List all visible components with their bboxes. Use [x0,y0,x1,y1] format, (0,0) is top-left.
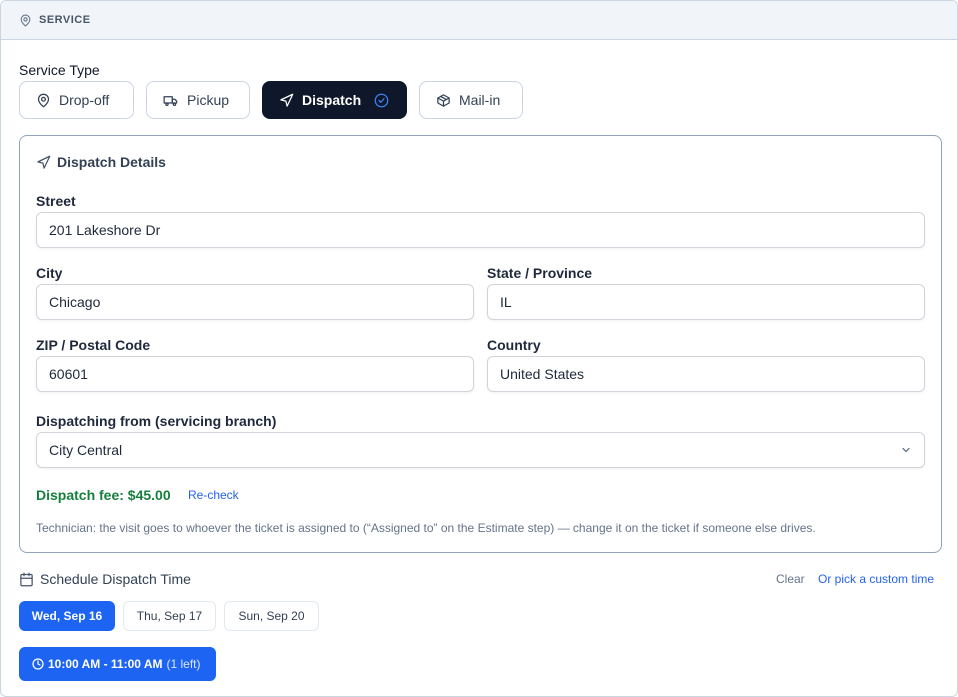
branch-value: City Central [49,442,123,458]
chevron-down-icon [900,444,912,456]
clear-button[interactable]: Clear [776,572,805,586]
technician-note: Technician: the visit goes to whoever th… [36,521,816,535]
state-input[interactable]: IL [487,284,925,320]
service-option-pickup[interactable]: Pickup [146,81,250,119]
truck-icon [163,93,179,108]
street-input[interactable]: 201 Lakeshore Dr [36,212,925,248]
custom-time-link[interactable]: Or pick a custom time [818,572,934,586]
time-slot-availability: (1 left) [166,657,201,671]
date-label: Thu, Sep 17 [136,609,203,623]
date-label: Sun, Sep 20 [238,609,305,623]
package-icon [436,93,451,108]
city-value: Chicago [49,294,101,310]
time-slot-time: 10:00 AM - 11:00 AM [48,657,163,671]
panel-header: SERVICE [1,1,957,40]
street-label: Street [36,193,76,209]
service-option-mailin[interactable]: Mail-in [419,81,523,119]
service-option-dispatch[interactable]: Dispatch [262,81,407,119]
dispatch-details-title-text: Dispatch Details [57,154,166,170]
calendar-icon [19,572,34,587]
dispatch-details-title: Dispatch Details [36,154,166,170]
zip-value: 60601 [49,366,88,382]
zip-label: ZIP / Postal Code [36,337,151,353]
country-label: Country [487,337,541,353]
service-panel: SERVICE Service Type Drop-off Pickup Dis… [0,0,958,697]
service-option-label: Mail-in [459,92,501,108]
recheck-link[interactable]: Re-check [188,488,239,502]
service-option-label: Drop-off [59,92,110,108]
city-label: City [36,265,63,281]
clock-icon [32,658,44,670]
check-circle-icon [374,93,389,108]
navigation-icon [36,155,51,170]
country-value: United States [500,366,585,382]
street-value: 201 Lakeshore Dr [49,222,161,238]
branch-label: Dispatching from (servicing branch) [36,413,277,429]
map-pin-icon [36,93,51,108]
branch-select[interactable]: City Central [36,432,925,468]
service-option-label: Pickup [187,92,230,108]
schedule-title-text: Schedule Dispatch Time [40,571,191,587]
state-label: State / Province [487,265,593,281]
schedule-title: Schedule Dispatch Time [19,571,191,587]
city-input[interactable]: Chicago [36,284,474,320]
date-option-sun-sep-20[interactable]: Sun, Sep 20 [224,601,319,631]
date-label: Wed, Sep 16 [31,609,103,623]
zip-input[interactable]: 60601 [36,356,474,392]
map-pin-icon [19,14,32,27]
date-option-thu-sep-17[interactable]: Thu, Sep 17 [123,601,216,631]
service-type-label: Service Type [19,62,100,78]
navigation-icon [279,93,294,108]
service-option-dropoff[interactable]: Drop-off [19,81,134,119]
service-option-label: Dispatch [302,92,362,108]
panel-title: SERVICE [39,14,91,26]
time-slot-button[interactable]: 10:00 AM - 11:00 AM (1 left) [19,647,216,681]
dispatch-details-card: Dispatch Details Street 201 Lakeshore Dr… [19,135,942,553]
country-input[interactable]: United States [487,356,925,392]
date-option-wed-sep-16[interactable]: Wed, Sep 16 [19,601,115,631]
dispatch-fee: Dispatch fee: $45.00 [36,487,171,503]
state-value: IL [500,294,512,310]
